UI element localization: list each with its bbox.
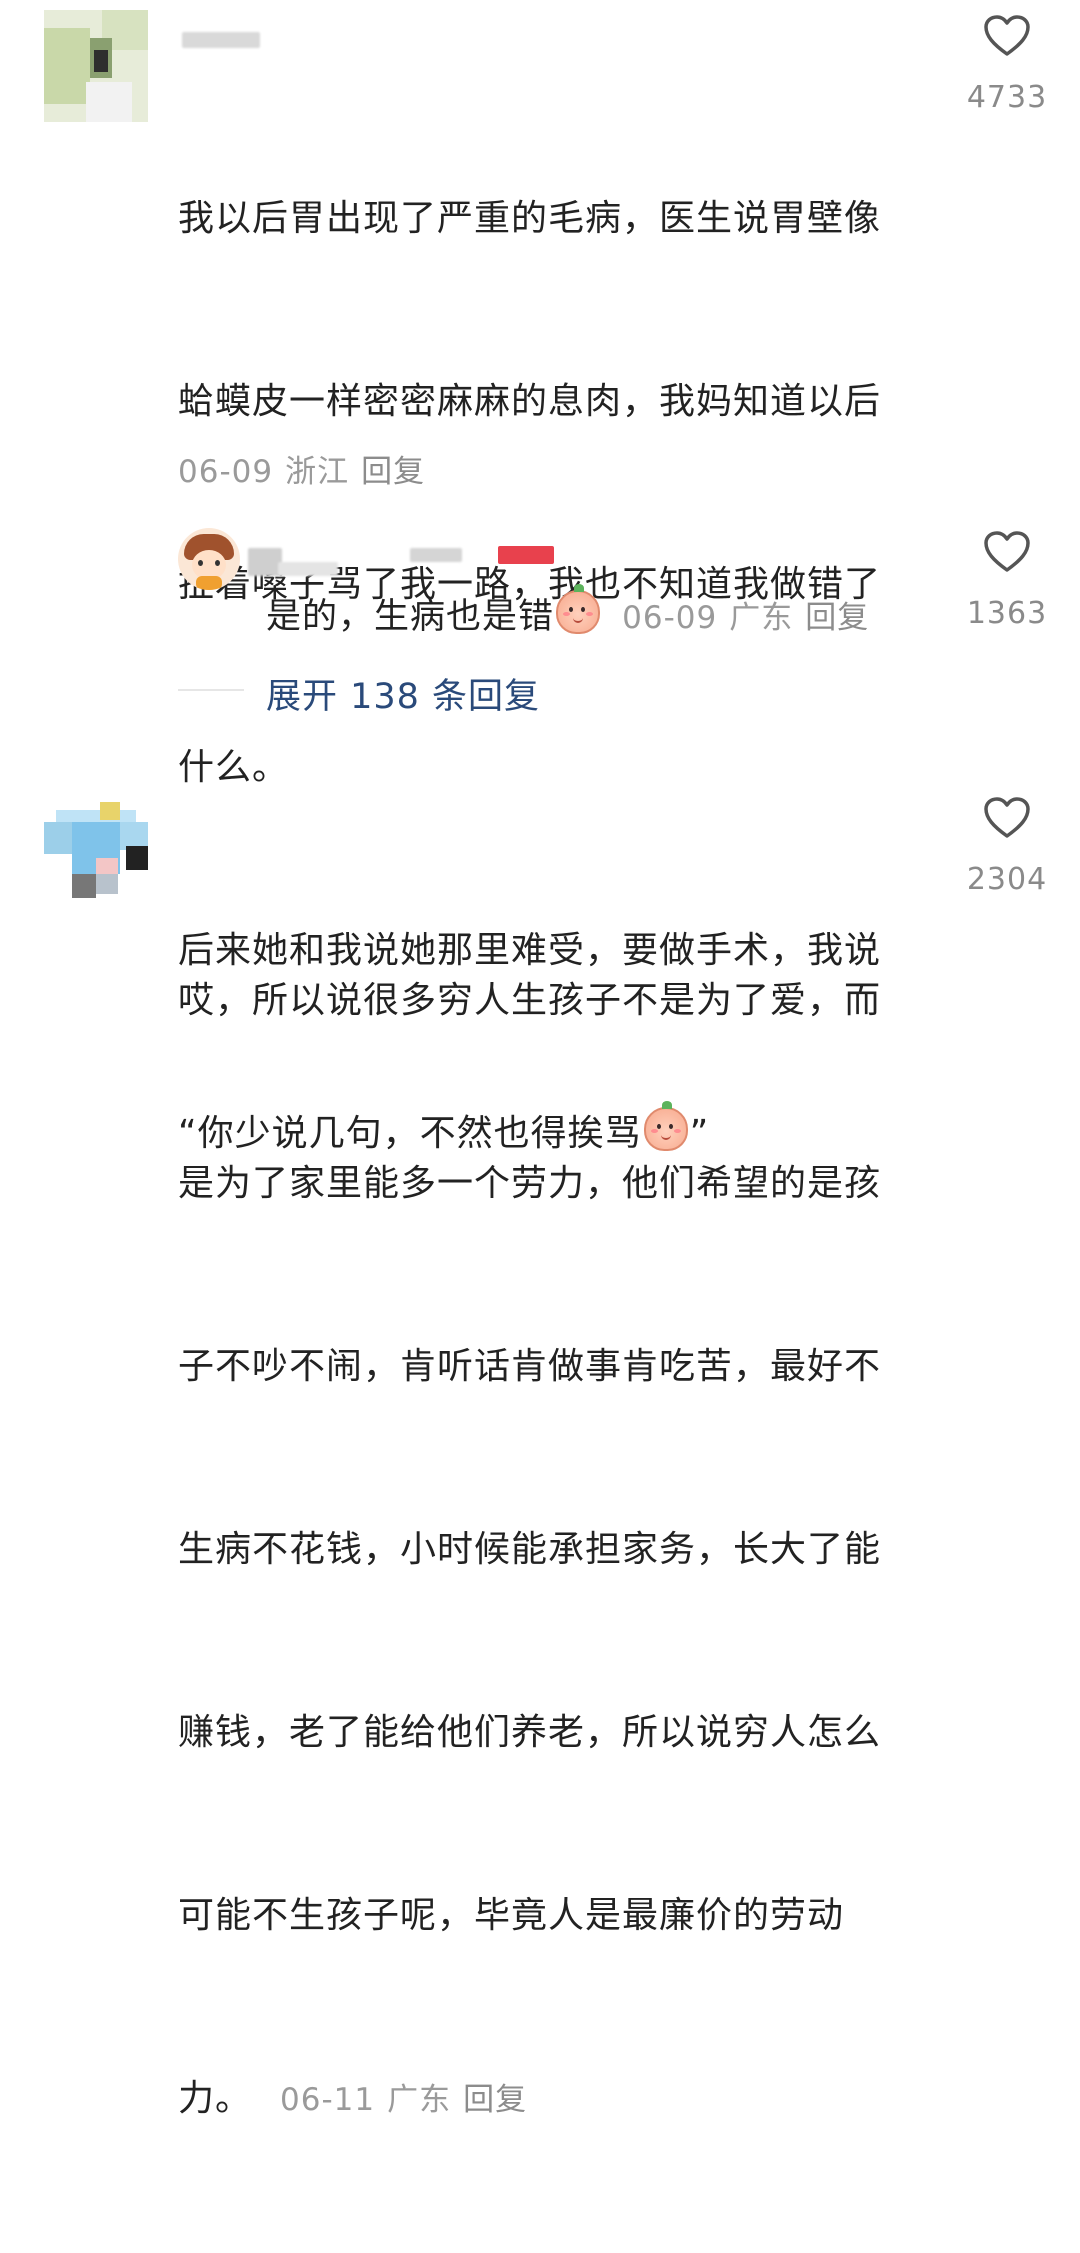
divider xyxy=(178,689,244,691)
heart-outline-icon[interactable] xyxy=(983,796,1031,840)
reply-button[interactable]: 回复 xyxy=(805,600,869,636)
like-count: 1363 xyxy=(966,596,1048,631)
username-redacted[interactable] xyxy=(248,548,282,576)
reply-button[interactable]: 回复 xyxy=(463,2082,527,2118)
comment-date: 06-09 xyxy=(178,454,274,490)
avatar[interactable] xyxy=(178,528,240,590)
username-redacted[interactable] xyxy=(410,548,462,562)
expand-replies-button[interactable]: 展开 138 条回复 xyxy=(266,668,540,719)
reply-location: 广东 xyxy=(729,600,794,636)
reply-date: 06-09 xyxy=(622,600,718,636)
smiling-peach-emoji xyxy=(556,584,601,634)
avatar[interactable] xyxy=(44,10,148,122)
heart-outline-icon[interactable] xyxy=(983,14,1031,58)
comment-location: 浙江 xyxy=(285,454,350,490)
comment-text: 哎，所以说很多穷人生孩子不是为了爱，而 是为了家里能多一个劳力，他们希望的是孩 … xyxy=(178,980,882,2119)
author-badge-redacted xyxy=(498,546,554,564)
like-count: 2304 xyxy=(966,862,1048,897)
reply-button[interactable]: 回复 xyxy=(361,454,425,490)
username-redacted[interactable] xyxy=(182,32,260,48)
like-control[interactable]: 4733 xyxy=(952,14,1062,115)
like-control[interactable]: 1363 xyxy=(952,530,1062,631)
avatar[interactable] xyxy=(44,802,148,898)
like-control[interactable]: 2304 xyxy=(952,796,1062,897)
username-redacted[interactable] xyxy=(278,562,338,576)
comment-location: 广东 xyxy=(387,2082,452,2118)
comment-date: 06-11 xyxy=(280,2082,376,2118)
like-count: 4733 xyxy=(966,80,1048,115)
heart-outline-icon[interactable] xyxy=(983,530,1031,574)
comment-meta: 06-09 浙江 回复 xyxy=(178,446,437,491)
reply-text: 是的，生病也是错 06-09 广东 回复 xyxy=(266,584,881,639)
